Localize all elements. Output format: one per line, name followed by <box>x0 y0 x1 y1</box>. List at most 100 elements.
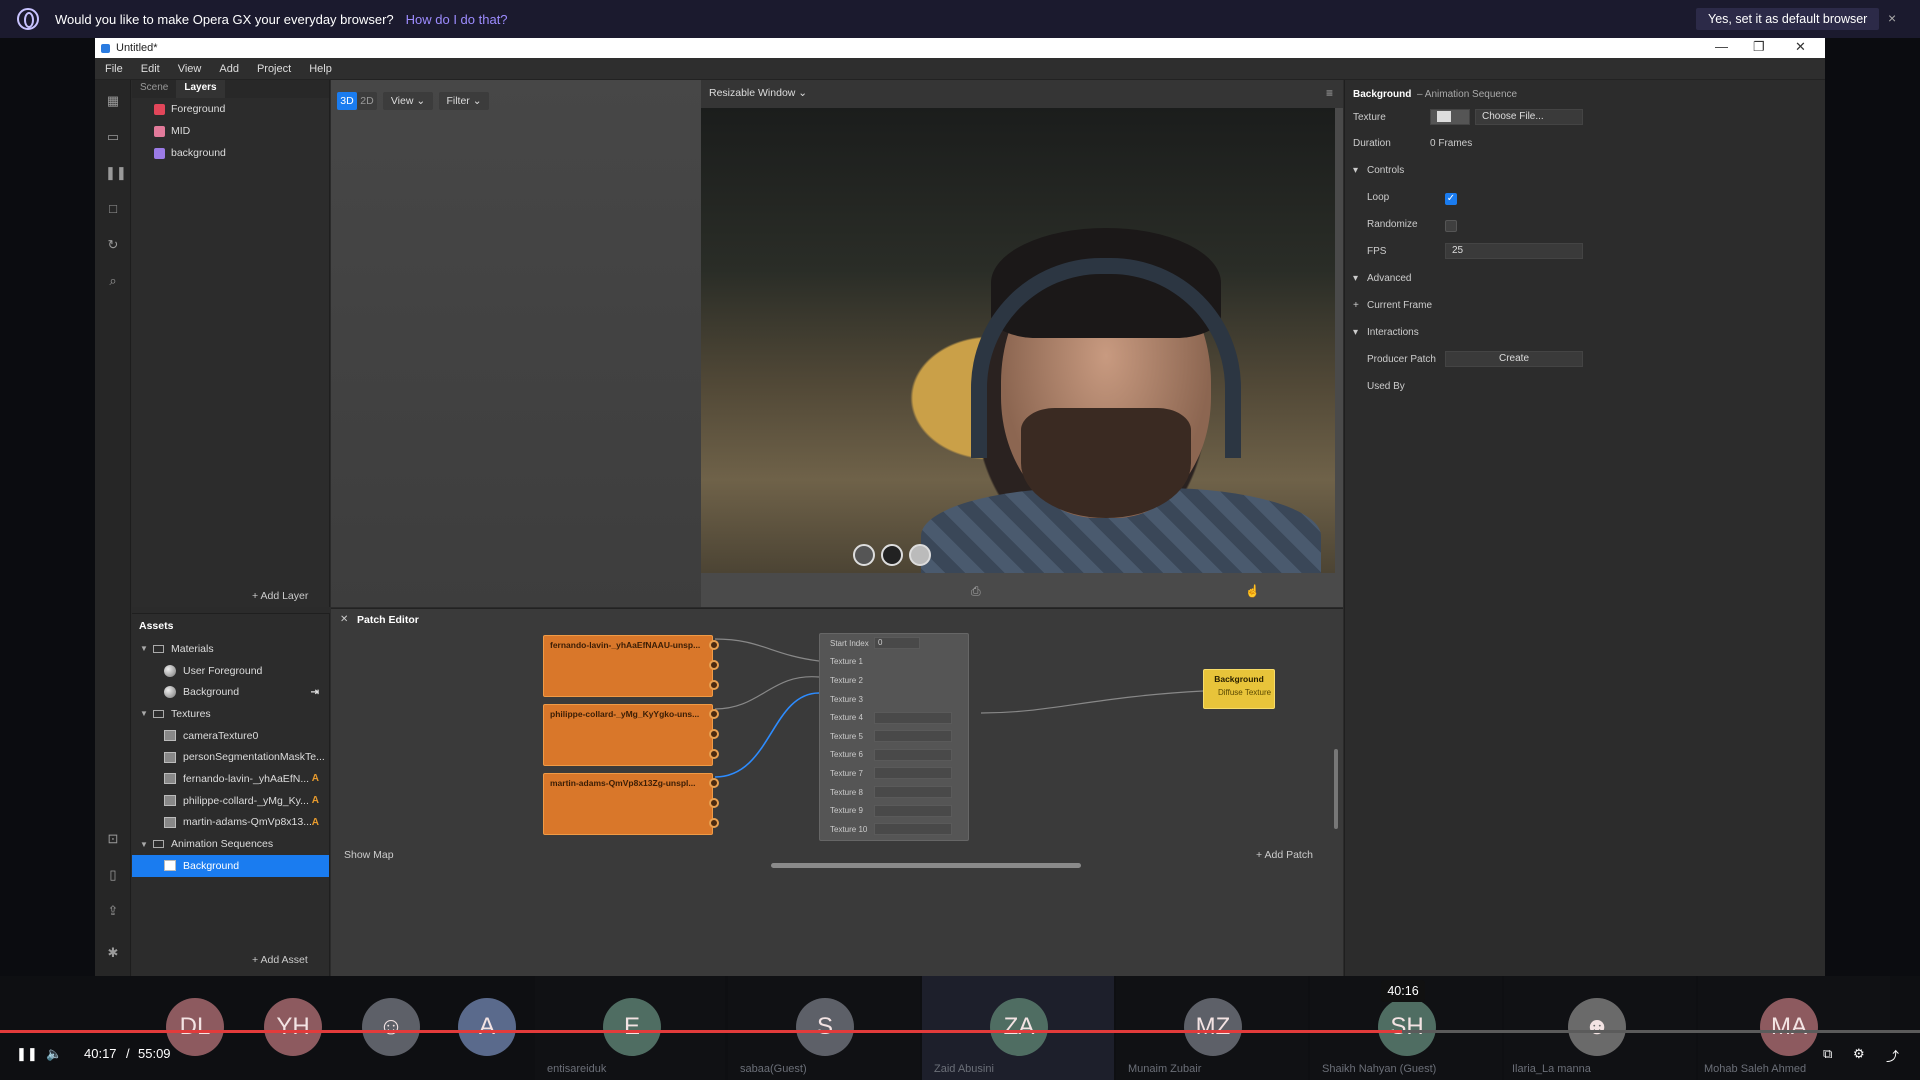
test-on-device-icon[interactable]: ▯ <box>105 868 121 882</box>
current-frame-section[interactable]: + Current Frame <box>1345 297 1826 317</box>
advanced-section[interactable]: ▾ Advanced <box>1345 270 1826 290</box>
node-port[interactable] <box>709 729 719 739</box>
interactions-section[interactable]: ▾ Interactions <box>1345 324 1826 344</box>
texture-picker[interactable] <box>1430 109 1470 125</box>
how-link[interactable]: How do I do that? <box>406 12 508 27</box>
vertical-scrollbar[interactable] <box>1334 749 1338 829</box>
animation-sequence-node[interactable]: Start Index 0 Texture 1 Texture 2 Textur… <box>819 633 969 841</box>
randomize-checkbox[interactable] <box>1445 220 1457 232</box>
screenshot-icon[interactable]: ⎙ <box>971 584 981 599</box>
asset-texture[interactable]: personSegmentationMaskTe... <box>132 746 329 768</box>
horizontal-scrollbar[interactable] <box>771 863 1081 868</box>
tab-scene[interactable]: Scene <box>132 80 176 98</box>
add-asset-button[interactable]: + Add Asset <box>252 954 308 966</box>
texture-patch-node[interactable]: fernando-lavin-_yhAaEfNAAU-unsp... <box>543 635 719 697</box>
menu-file[interactable]: File <box>105 63 123 75</box>
chevron-down-icon[interactable]: ▼ <box>140 709 148 718</box>
effect-thumb[interactable] <box>881 544 903 566</box>
folder-materials[interactable]: ▼ Materials <box>132 638 329 660</box>
filter-dropdown[interactable]: Filter ⌄ <box>439 92 489 110</box>
stop-icon[interactable]: □ <box>105 202 121 216</box>
participant-tile[interactable]: DL <box>166 976 262 1080</box>
chevron-down-icon[interactable]: ▾ <box>1353 273 1358 284</box>
asset-texture[interactable]: martin-adams-QmVp8x13... A <box>132 812 329 834</box>
texture-select[interactable] <box>874 804 952 817</box>
asset-texture[interactable]: cameraTexture0 <box>132 725 329 747</box>
node-port[interactable] <box>709 778 719 788</box>
scene-viewport[interactable] <box>331 80 701 607</box>
import-icon[interactable]: ⊡ <box>105 832 121 846</box>
asset-texture[interactable]: philippe-collard-_yMg_Ky... A <box>132 790 329 812</box>
layout-icon[interactable]: ▦ <box>105 94 121 108</box>
participant-tile[interactable]: ☺ <box>362 976 458 1080</box>
show-map-button[interactable]: Show Map <box>344 849 394 861</box>
menu-icon[interactable]: ≡ <box>1326 86 1333 100</box>
upload-icon[interactable]: ⇪ <box>105 904 121 918</box>
pause-button-icon[interactable]: ❚❚ <box>16 1046 38 1062</box>
chevron-down-icon[interactable]: ▾ <box>1353 327 1358 338</box>
menu-add[interactable]: Add <box>219 63 239 75</box>
asset-texture[interactable]: fernando-lavin-_yhAaEfN... A <box>132 768 329 790</box>
camera-icon[interactable]: ▭ <box>105 130 121 144</box>
participant-tile[interactable]: MZ Munaim Zubair <box>1116 976 1308 1080</box>
participant-tile[interactable]: A <box>458 976 534 1080</box>
bug-icon[interactable]: ✱ <box>105 946 121 960</box>
texture-select[interactable] <box>874 823 952 836</box>
asset-material[interactable]: Background ⇥ <box>132 681 329 703</box>
layer-item[interactable]: MID <box>132 120 329 142</box>
texture-select[interactable] <box>874 748 952 761</box>
tab-layers[interactable]: Layers <box>176 80 225 98</box>
node-port[interactable] <box>709 680 719 690</box>
patch-editor[interactable]: ✕ Patch Editor fernando-lavin-_yhAaEfNAA… <box>331 608 1343 976</box>
participant-tile[interactable]: ZA Zaid Abusini <box>922 976 1114 1080</box>
start-index-field[interactable]: 0 <box>874 637 920 650</box>
participant-tile[interactable]: YH <box>264 976 360 1080</box>
set-default-button[interactable]: Yes, set it as default browser <box>1696 8 1880 30</box>
texture-select[interactable] <box>874 711 952 724</box>
node-port[interactable] <box>709 660 719 670</box>
close-icon[interactable]: ✕ <box>1795 39 1806 55</box>
asset-material[interactable]: User Foreground <box>132 660 329 682</box>
chevron-down-icon[interactable]: ▼ <box>140 644 148 653</box>
seek-bar[interactable] <box>0 1030 1920 1033</box>
volume-icon[interactable]: 🔈 <box>46 1046 62 1062</box>
refresh-icon[interactable]: ↻ <box>105 238 121 252</box>
effect-thumb[interactable] <box>853 544 875 566</box>
menu-edit[interactable]: Edit <box>141 63 160 75</box>
node-port[interactable] <box>709 749 719 759</box>
menu-view[interactable]: View <box>178 63 202 75</box>
texture-patch-node[interactable]: martin-adams-QmVp8x13Zg-unspl... <box>543 773 719 835</box>
choose-file-button[interactable]: Choose File... <box>1475 109 1583 125</box>
pin-icon[interactable]: ⤴ <box>1886 1046 1899 1065</box>
banner-close-icon[interactable]: × <box>1888 10 1896 26</box>
participant-tile[interactable]: MA Mohab Saleh Ahmed <box>1698 976 1890 1080</box>
node-port[interactable] <box>709 709 719 719</box>
fps-input[interactable]: 25 <box>1445 243 1583 259</box>
texture-patch-node[interactable]: philippe-collard-_yMg_KyYgko-uns... <box>543 704 719 766</box>
viewport[interactable]: 3D 2D View ⌄ Filter ⌄ Resizable Window ⌄… <box>331 80 1343 607</box>
mode-2d-button[interactable]: 2D <box>357 92 377 110</box>
loop-checkbox[interactable]: ✓ <box>1445 193 1457 205</box>
mode-3d-button[interactable]: 3D <box>337 92 357 110</box>
asset-animation-sequence[interactable]: Background <box>132 854 329 877</box>
effect-thumb[interactable] <box>909 544 931 566</box>
plus-icon[interactable]: + <box>1353 300 1359 311</box>
search-icon[interactable]: ⌕ <box>105 274 121 288</box>
texture-select[interactable] <box>874 767 952 780</box>
touch-icon[interactable]: ☝ <box>1245 584 1260 598</box>
add-patch-button[interactable]: + Add Patch <box>1256 849 1313 861</box>
gear-icon[interactable]: ⚙ <box>1853 1046 1865 1062</box>
device-dropdown[interactable]: Resizable Window ⌄ <box>709 87 807 99</box>
controls-section[interactable]: ▾ Controls <box>1345 162 1826 182</box>
folder-textures[interactable]: ▼ Textures <box>132 703 329 725</box>
create-button[interactable]: Create <box>1445 351 1583 367</box>
layer-item[interactable]: Foreground <box>132 98 329 120</box>
chevron-down-icon[interactable]: ▾ <box>1353 165 1358 176</box>
menu-project[interactable]: Project <box>257 63 291 75</box>
add-layer-button[interactable]: + Add Layer <box>252 590 308 602</box>
maximize-icon[interactable]: ❐ <box>1753 39 1765 55</box>
participant-tile[interactable]: ☻ Ilaria_La manna <box>1504 976 1696 1080</box>
participant-tile[interactable]: E entisareiduk <box>535 976 725 1080</box>
pause-icon[interactable]: ❚❚ <box>105 166 127 180</box>
node-port[interactable] <box>709 798 719 808</box>
